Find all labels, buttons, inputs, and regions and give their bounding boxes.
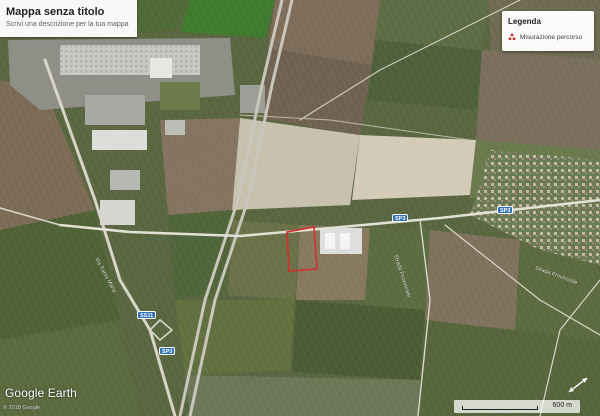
legend-title: Legenda <box>508 17 541 26</box>
google-earth-logo: Google Earth <box>5 386 77 400</box>
legend-panel: Legenda Misurazione percorso <box>502 11 594 51</box>
map-title[interactable]: Mappa senza titolo <box>6 6 137 18</box>
legend-item-measure-path[interactable]: Misurazione percorso <box>508 33 594 41</box>
map-title-card[interactable]: Mappa senza titolo Scrivi una descrizion… <box>0 0 137 37</box>
scale-label: 600 m <box>552 402 572 409</box>
route-shield: SP3 <box>159 347 176 355</box>
copyright-text: © 2018 Google <box>3 405 41 411</box>
scale-line <box>462 406 538 410</box>
compass-icon[interactable] <box>567 375 589 395</box>
legend-item-label: Misurazione percorso <box>520 33 583 41</box>
route-shield: SS11 <box>137 311 157 319</box>
scale-bar: 600 m <box>454 400 580 413</box>
route-shield: SP3 <box>392 214 409 222</box>
measure-path-icon <box>508 33 516 41</box>
map-description[interactable]: Scrivi una descrizione per la tua mappa <box>6 20 137 30</box>
route-shield: SP3 <box>497 206 514 214</box>
